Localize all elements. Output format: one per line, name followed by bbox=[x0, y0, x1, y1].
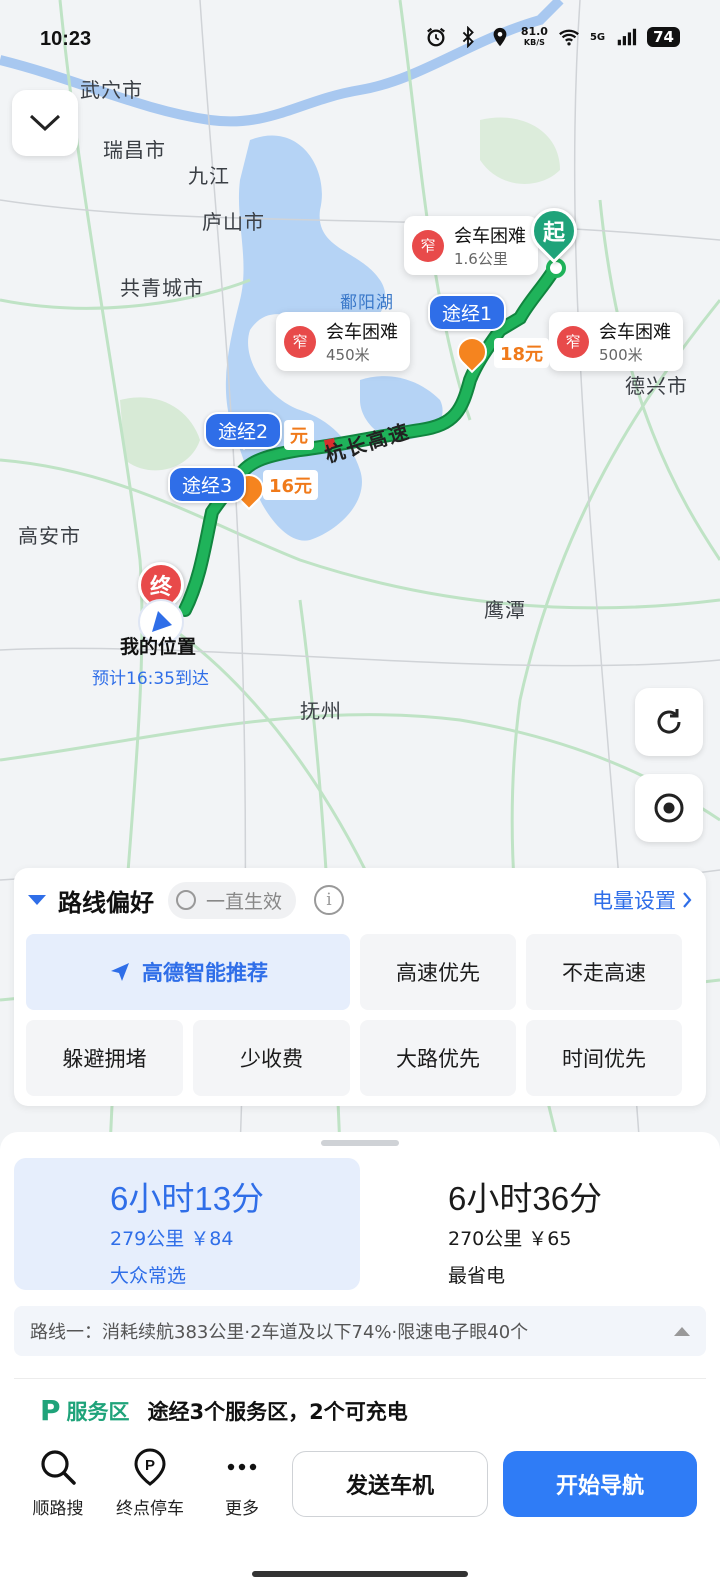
city-label: 抚州 bbox=[300, 699, 342, 723]
city-label: 高安市 bbox=[18, 524, 81, 548]
refresh-icon bbox=[657, 709, 681, 734]
start-navigation-button[interactable]: 开始导航 bbox=[503, 1451, 697, 1517]
route-summary-bar[interactable]: 路线一：消耗续航383公里·2车道及以下74%·限速电子眼40个 bbox=[14, 1306, 706, 1356]
search-along-button[interactable]: 顺路搜 bbox=[18, 1448, 98, 1519]
toll-price: 16元 bbox=[263, 470, 319, 500]
narrow-road-badge: 窄 bbox=[412, 229, 444, 262]
route-option-2[interactable]: 6小时36分 270公里 ￥65 最省电 bbox=[362, 1158, 708, 1290]
destination-parking-button[interactable]: P 终点停车 bbox=[110, 1448, 190, 1519]
my-location-label: 我的位置 bbox=[120, 636, 197, 658]
warning-title: 会车困难 bbox=[454, 226, 526, 247]
city-label: 共青城市 bbox=[120, 276, 204, 300]
road-warning-callout[interactable]: 窄 会车困难 1.6公里 bbox=[404, 216, 538, 275]
waypoint-3-marker[interactable]: 途经3 bbox=[168, 466, 247, 503]
route-distance-cost: 279公里 ￥84 bbox=[110, 1228, 234, 1250]
target-icon bbox=[654, 793, 684, 823]
status-time: 10:23 bbox=[40, 28, 92, 50]
service-area-row[interactable]: P 服务区 途经3个服务区，2个可充电 bbox=[40, 1394, 408, 1427]
route-duration: 6小时13分 bbox=[110, 1180, 265, 1217]
expand-caret-icon bbox=[674, 1326, 690, 1336]
waypoint-1-marker[interactable]: 途经1 bbox=[428, 294, 507, 331]
city-label: 九江 bbox=[188, 164, 230, 188]
warning-distance: 450米 bbox=[326, 346, 370, 364]
route-tag: 最省电 bbox=[448, 1265, 506, 1287]
route-preference-panel: 路线偏好 一直生效 i 电量设置 高德智能推荐 高速优先 不走高速 躲避拥堵 少… bbox=[14, 868, 706, 1106]
search-icon bbox=[41, 1450, 76, 1485]
chevron-down-icon bbox=[29, 114, 61, 132]
chevron-right-icon bbox=[683, 892, 692, 908]
route-tag: 大众常选 bbox=[110, 1265, 187, 1287]
radio-icon bbox=[176, 890, 196, 910]
network-type: 5G bbox=[589, 31, 606, 43]
home-indicator[interactable] bbox=[252, 1571, 468, 1577]
status-bar: 10:23 81.0 KB/S 5G 74 bbox=[0, 0, 720, 80]
drag-handle[interactable] bbox=[321, 1140, 399, 1146]
location-icon bbox=[493, 27, 507, 47]
more-button[interactable]: 更多 bbox=[202, 1448, 282, 1519]
service-area-info: 途经3个服务区，2个可充电 bbox=[147, 1399, 408, 1424]
svg-text:P: P bbox=[145, 1457, 155, 1474]
bottom-toolbar: 顺路搜 P 终点停车 更多 发送车机 开始导航 bbox=[0, 1444, 720, 1584]
battery-indicator: 74 bbox=[647, 27, 680, 47]
route-option-1[interactable]: 6小时13分 279公里 ￥84 大众常选 bbox=[14, 1158, 360, 1290]
warning-title: 会车困难 bbox=[326, 322, 398, 343]
pref-smart-recommend[interactable]: 高德智能推荐 bbox=[26, 934, 350, 1010]
road-warning-callout[interactable]: 窄 会车困难 500米 bbox=[549, 312, 683, 371]
service-area-label: 服务区 bbox=[66, 1399, 130, 1424]
pref-avoid-highway[interactable]: 不走高速 bbox=[526, 934, 682, 1010]
city-label: 德兴市 bbox=[625, 374, 688, 398]
pref-highway-first[interactable]: 高速优先 bbox=[360, 934, 516, 1010]
more-dots-icon bbox=[227, 1463, 257, 1471]
collapse-button[interactable] bbox=[12, 90, 78, 156]
lake-label: 鄱阳湖 bbox=[340, 293, 394, 313]
route-distance-cost: 270公里 ￥65 bbox=[448, 1228, 572, 1250]
city-label: 瑞昌市 bbox=[103, 138, 166, 162]
pref-fastest[interactable]: 时间优先 bbox=[526, 1020, 682, 1096]
refresh-route-button[interactable] bbox=[635, 688, 703, 756]
bluetooth-icon bbox=[462, 26, 474, 48]
collapse-triangle-icon[interactable] bbox=[28, 895, 46, 905]
divider bbox=[14, 1378, 706, 1379]
alarm-icon bbox=[426, 27, 445, 47]
warning-title: 会车困难 bbox=[599, 322, 671, 343]
wifi-icon bbox=[559, 29, 579, 46]
toll-price: 元 bbox=[284, 420, 314, 450]
pref-avoid-congestion[interactable]: 躲避拥堵 bbox=[26, 1020, 183, 1096]
battery-settings-link[interactable]: 电量设置 bbox=[592, 885, 692, 915]
always-apply-toggle[interactable]: 一直生效 bbox=[168, 881, 297, 919]
eta-label: 预计16:35到达 bbox=[92, 669, 209, 689]
city-label: 庐山市 bbox=[202, 210, 265, 234]
narrow-road-badge: 窄 bbox=[284, 325, 316, 358]
parking-pin-icon: P bbox=[134, 1448, 166, 1486]
locate-me-button[interactable] bbox=[635, 774, 703, 842]
road-warning-callout[interactable]: 窄 会车困难 450米 bbox=[276, 312, 410, 371]
narrow-road-badge: 窄 bbox=[557, 325, 589, 358]
parking-icon: P bbox=[40, 1394, 61, 1427]
info-icon[interactable]: i bbox=[314, 885, 345, 915]
route-duration: 6小时36分 bbox=[448, 1180, 603, 1217]
send-arrow-icon bbox=[111, 963, 129, 981]
waypoint-2-marker[interactable]: 途经2 bbox=[204, 412, 283, 449]
pref-less-toll[interactable]: 少收费 bbox=[193, 1020, 350, 1096]
preference-title: 路线偏好 bbox=[58, 888, 154, 917]
warning-distance: 500米 bbox=[599, 346, 643, 364]
signal-icon bbox=[617, 28, 637, 46]
send-to-car-button[interactable]: 发送车机 bbox=[292, 1451, 488, 1517]
toll-price: 18元 bbox=[494, 338, 550, 368]
net-speed: 81.0 KB/S bbox=[520, 25, 548, 47]
route-sheet: 6小时13分 279公里 ￥84 大众常选 6小时36分 270公里 ￥65 最… bbox=[0, 1132, 720, 1584]
route-summary-text: 路线一：消耗续航383公里·2车道及以下74%·限速电子眼40个 bbox=[30, 1322, 529, 1343]
warning-distance: 1.6公里 bbox=[454, 250, 508, 268]
city-label: 鹰潭 bbox=[484, 598, 526, 622]
pref-main-road[interactable]: 大路优先 bbox=[360, 1020, 516, 1096]
